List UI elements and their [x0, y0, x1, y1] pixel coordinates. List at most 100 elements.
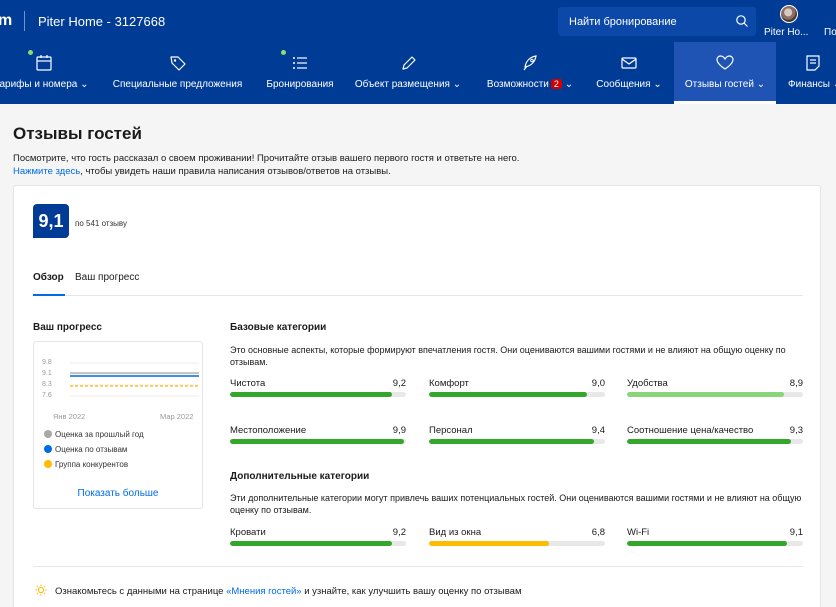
page-title: Отзывы гостей: [13, 124, 142, 143]
score-bar: [429, 439, 605, 444]
nav-messages[interactable]: Сообщения ⌄: [586, 42, 672, 104]
notification-dot: [28, 50, 33, 55]
top-header: m Piter Home - 3127668 Piter Ho... По: [0, 0, 836, 42]
category-score: 9,4: [591, 425, 605, 436]
category-name: Удобства: [627, 378, 668, 389]
nav-opportunities[interactable]: Возможности 2 ⌄: [478, 42, 582, 104]
category-name: Чистота: [230, 378, 266, 389]
progress-chart: 9.8 9.1 8.3 7.6 Янв 2022 Мар 2022 Оценка…: [33, 341, 203, 509]
category-cleanliness: Чистота 9,2: [230, 378, 406, 404]
show-more-link[interactable]: Показать больше: [34, 488, 202, 499]
nav-label: Специальные предложения: [112, 79, 243, 90]
account-more-label[interactable]: По: [824, 27, 836, 38]
score-bar-fill: [230, 541, 392, 546]
category-name: Вид из окна: [429, 527, 482, 538]
category-name: Персонал: [429, 425, 473, 436]
category-score: 9,2: [392, 378, 406, 389]
y-tick: 7.6: [42, 392, 52, 399]
guest-opinions-link[interactable]: «Мнения гостей»: [226, 586, 301, 597]
search-icon[interactable]: [735, 14, 749, 28]
score-bar: [429, 392, 605, 397]
heart-icon: [716, 55, 734, 70]
lightbulb-icon: [35, 584, 47, 596]
notification-dot: [281, 50, 286, 55]
legend-competitors: Группа конкурентов: [44, 460, 128, 469]
avatar: [780, 5, 798, 23]
extra-categories-title: Дополнительные категории: [230, 471, 370, 482]
category-name: Местоположение: [230, 425, 307, 436]
score-bar: [627, 439, 803, 444]
list-icon: [293, 57, 307, 69]
tip-text: Ознакомьтесь с данными на странице «Мнен…: [55, 586, 522, 597]
score-bar: [230, 392, 406, 397]
intro-text-2: , чтобы увидеть наши правила написания о…: [80, 166, 391, 177]
category-score: 9,3: [789, 425, 803, 436]
category-name: Соотношение цена/качество: [627, 425, 754, 436]
main-navigation: арифы и номера ⌄ Специальные предложения…: [0, 42, 836, 104]
nav-finance[interactable]: Финансы ⌄: [782, 42, 836, 104]
progress-title: Ваш прогресс: [33, 322, 102, 333]
category-view: Вид из окна 6,8: [429, 527, 605, 553]
y-tick: 9.8: [42, 359, 52, 366]
category-score: 9,1: [789, 527, 803, 538]
legend-dot: [44, 460, 52, 468]
score-bar-fill: [429, 439, 595, 444]
nav-special-offers[interactable]: Специальные предложения: [104, 42, 251, 104]
score-bar-fill: [230, 439, 405, 444]
nav-property[interactable]: Объект размещения ⌄: [346, 42, 470, 104]
booking-search: [558, 7, 756, 36]
tab-overview[interactable]: Обзор: [33, 266, 65, 296]
account-menu[interactable]: Piter Ho...: [764, 5, 814, 39]
category-score: 8,9: [789, 378, 803, 389]
y-tick: 9.1: [42, 370, 52, 377]
score-bar-fill: [429, 392, 588, 397]
category-staff: Персонал 9,4: [429, 425, 605, 451]
nav-bookings[interactable]: Бронирования: [260, 42, 340, 104]
category-score: 9,9: [392, 425, 406, 436]
brand-logo[interactable]: m: [0, 12, 12, 30]
score-bar: [627, 541, 803, 546]
header-divider: [24, 11, 25, 31]
x-tick: Янв 2022: [53, 412, 86, 421]
booking-search-input[interactable]: [558, 7, 728, 36]
nav-label: Бронирования: [266, 79, 334, 90]
intro-text: Посмотрите, что гость рассказал о своем …: [13, 153, 520, 164]
category-score: 6,8: [591, 527, 605, 538]
review-tabs: Обзор Ваш прогресс: [33, 266, 803, 296]
notification-badge: 2: [550, 79, 562, 89]
tab-progress[interactable]: Ваш прогресс: [75, 266, 139, 296]
progress-chart-plot: [70, 362, 199, 397]
nav-label: Финансы ⌄: [788, 79, 836, 90]
nav-rates[interactable]: арифы и номера ⌄: [0, 42, 96, 104]
nav-label: арифы и номера ⌄: [0, 79, 89, 90]
page-intro: Посмотрите, что гость рассказал о своем …: [13, 152, 519, 178]
y-tick: 8.3: [42, 381, 52, 388]
extra-categories-description: Эти дополнительные категории могут привл…: [230, 493, 802, 515]
legend-dot: [44, 445, 52, 453]
score-bar: [230, 541, 406, 546]
guidelines-link[interactable]: Нажмите здесь: [13, 166, 80, 177]
category-beds: Кровати 9,2: [230, 527, 406, 553]
nav-label: Объект размещения ⌄: [354, 79, 462, 90]
score-bar-fill: [627, 439, 791, 444]
legend-last-year: Оценка за прошлый год: [44, 430, 144, 439]
category-location: Местоположение 9,9: [230, 425, 406, 451]
section-divider: [33, 566, 803, 567]
legend-review-score: Оценка по отзывам: [44, 445, 127, 454]
category-score: 9,0: [591, 378, 605, 389]
pencil-icon: [402, 56, 416, 70]
category-wifi: Wi-Fi 9,1: [627, 527, 803, 553]
category-facilities: Удобства 8,9: [627, 378, 803, 404]
category-comfort: Комфорт 9,0: [429, 378, 605, 404]
property-name: Piter Home - 3127668: [38, 14, 166, 29]
base-categories-title: Базовые категории: [230, 322, 327, 333]
nav-label: Отзывы гостей ⌄: [684, 79, 766, 90]
account-name: Piter Ho...: [764, 27, 809, 38]
nav-guest-reviews[interactable]: Отзывы гостей ⌄: [674, 42, 776, 104]
score-bar-fill: [627, 541, 788, 546]
nav-label: Возможности 2 ⌄: [486, 79, 574, 90]
score-bar: [230, 439, 406, 444]
category-score: 9,2: [392, 527, 406, 538]
category-name: Wi-Fi: [627, 527, 650, 538]
base-categories-description: Это основные аспекты, которые формируют …: [230, 345, 786, 367]
